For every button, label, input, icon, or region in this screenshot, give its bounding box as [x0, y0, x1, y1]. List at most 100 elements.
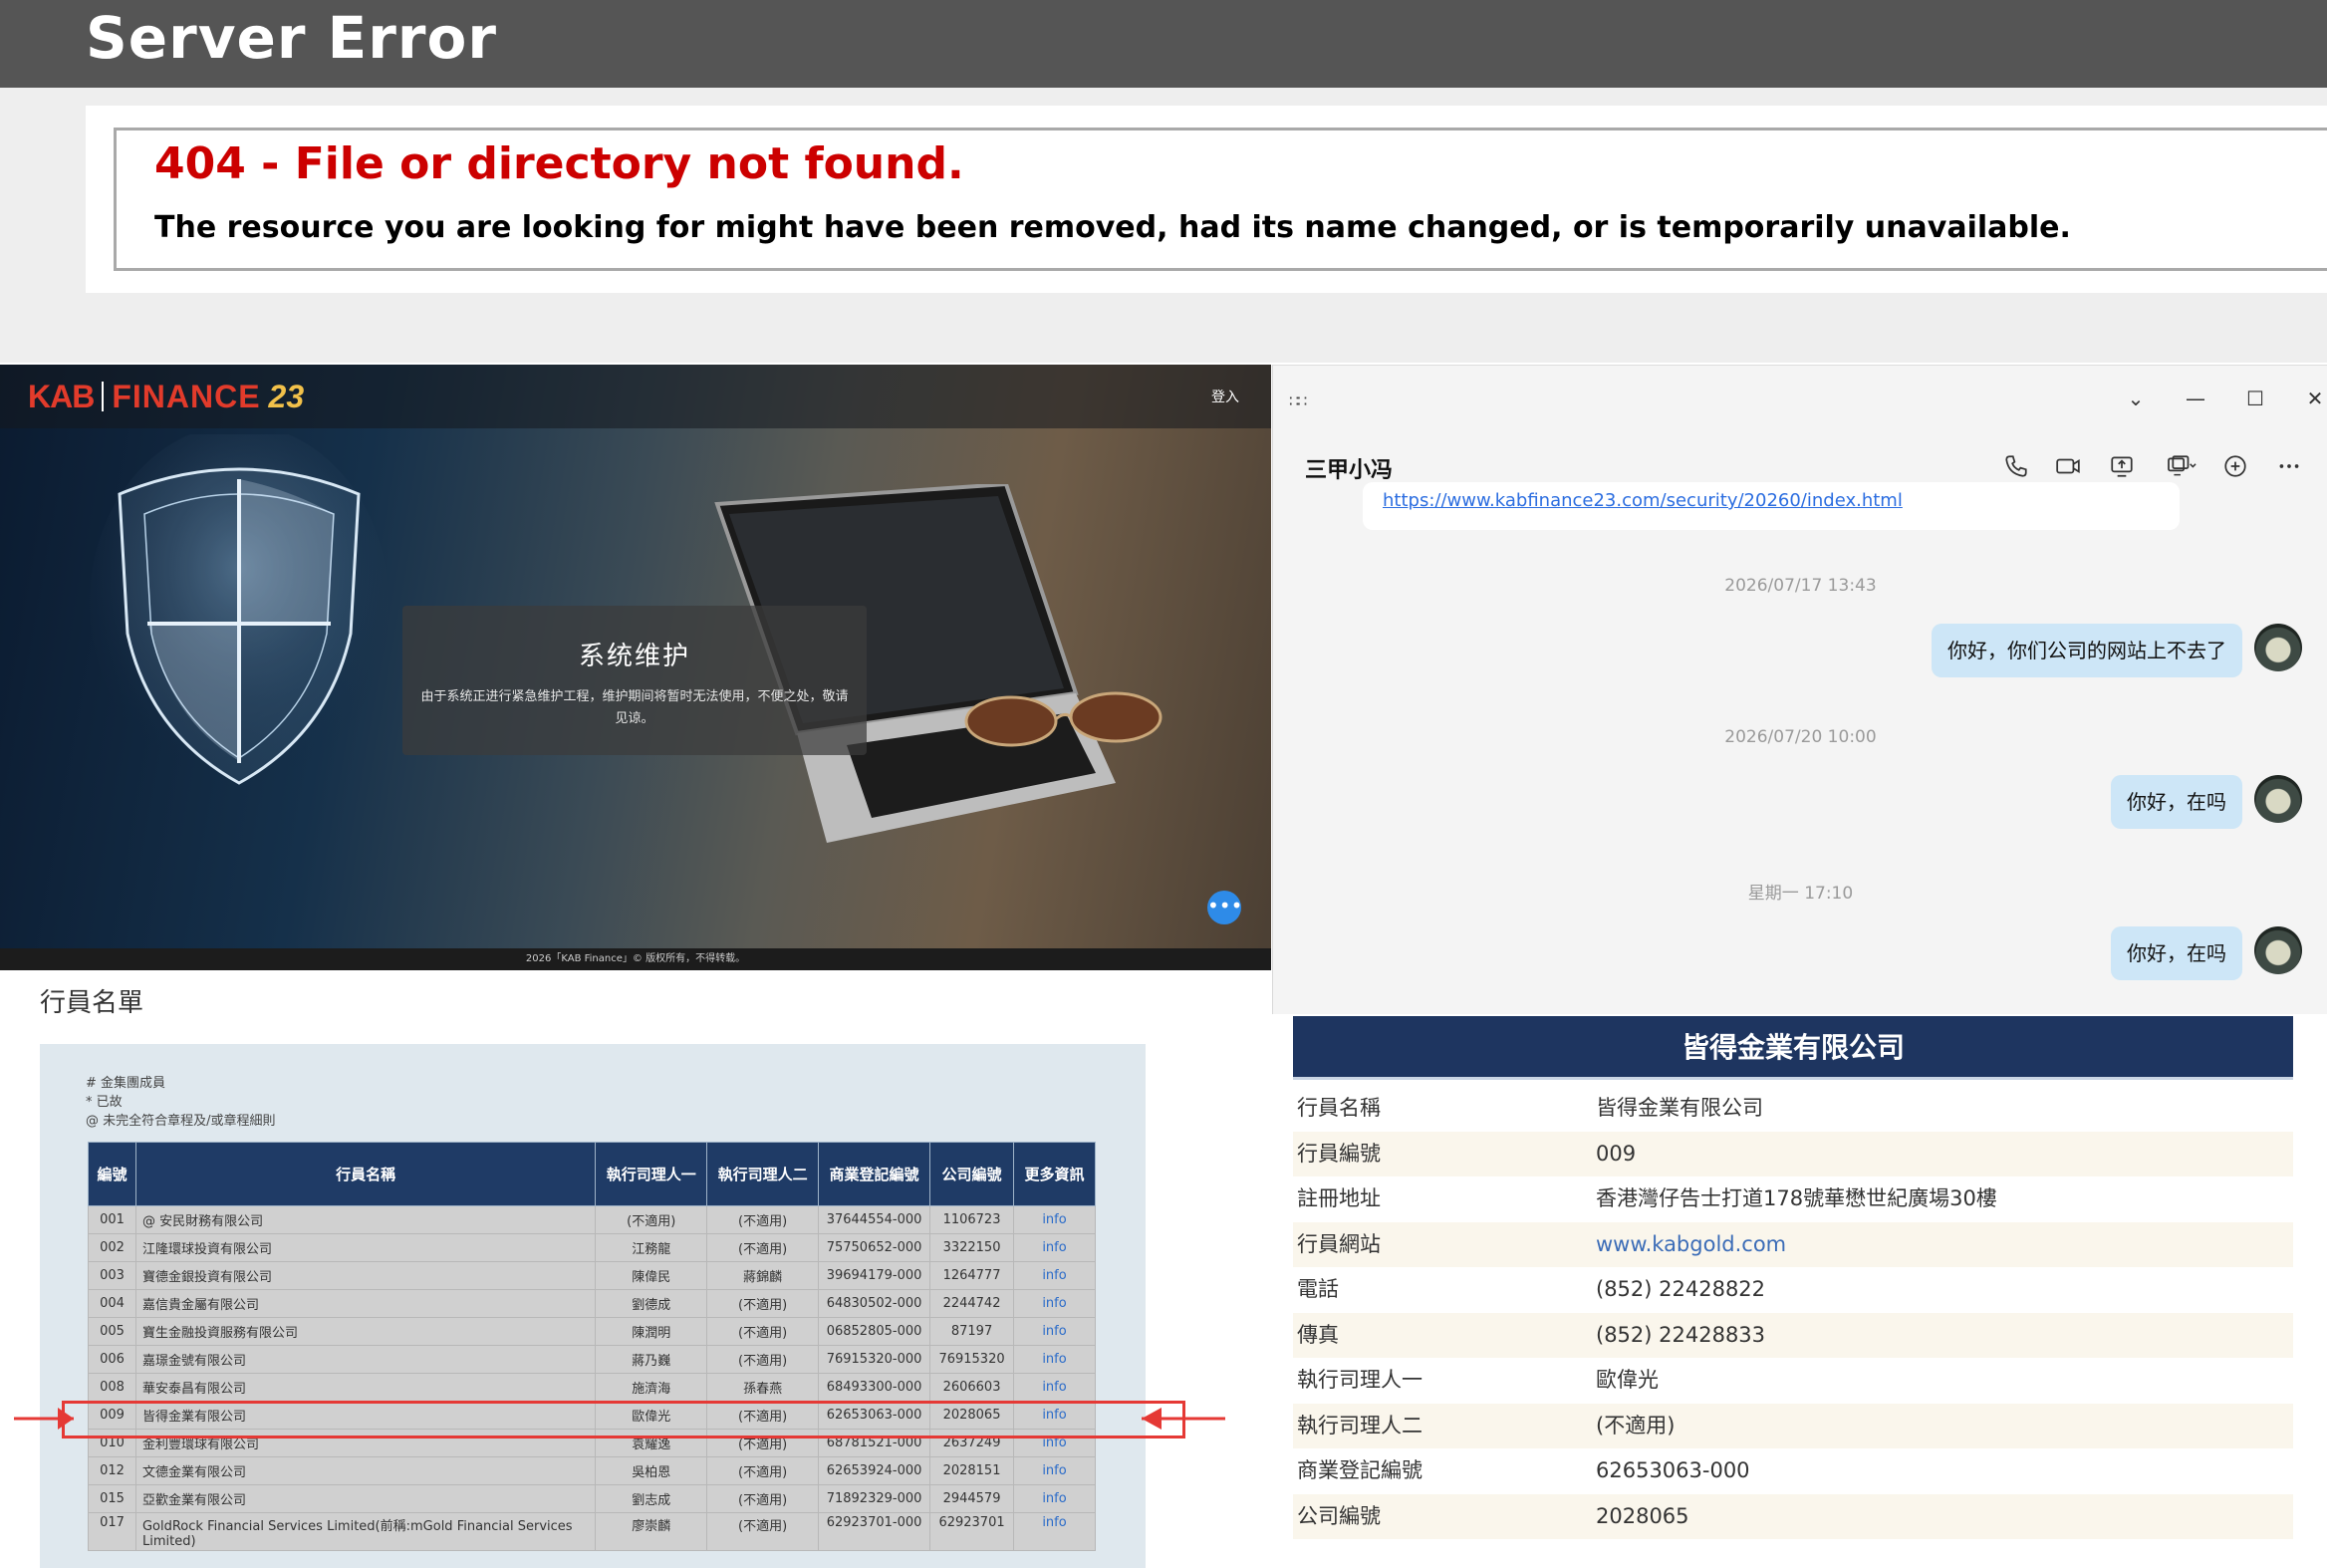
member-table: 編號 行員名稱 執行司理人一 執行司理人二 商業登記編號 公司編號 更多資訊 0…	[88, 1142, 1096, 1551]
chevron-down-icon[interactable]: ⌄	[2121, 384, 2151, 413]
info-link[interactable]: info	[1013, 1289, 1096, 1318]
table-row: 017 GoldRock Financial Services Limited(前…	[88, 1512, 1096, 1551]
maintenance-text: 由于系统正进行紧急维护工程，维护期间将暂时无法使用，不便之处，敬请见谅。	[420, 689, 849, 726]
table-cell: 2244742	[929, 1289, 1015, 1318]
error-content-area: 404 - File or directory not found. The r…	[0, 88, 2327, 363]
column-header: 執行司理人一	[595, 1142, 708, 1206]
shared-link-message[interactable]: https://www.kabfinance23.com/security/20…	[1363, 482, 2180, 530]
info-link[interactable]: info	[1013, 1345, 1096, 1374]
table-row: 002 江隆環球投資有限公司 江務龍 (不適用) 75750652-000 3322150…	[88, 1233, 1096, 1262]
note-line: * 已故	[86, 1095, 123, 1110]
kab-footer: 2026「KAB Finance」© 版权所有，不得转载。	[0, 948, 1271, 970]
table-cell: 06852805-000	[818, 1317, 931, 1346]
website-link[interactable]: www.kabgold.com	[1596, 1222, 1786, 1267]
phone-icon[interactable]	[1996, 448, 2036, 484]
table-row: 005 寶生金融投資服務有限公司 陳潤明 (不適用) 06852805-000 87197…	[88, 1317, 1096, 1346]
right-red-arrow	[1142, 1408, 1225, 1430]
table-cell: (不適用)	[706, 1205, 820, 1234]
table-cell: 68493300-000	[818, 1373, 931, 1402]
table-cell: 陳偉民	[595, 1261, 708, 1290]
info-link[interactable]: info	[1013, 1456, 1096, 1485]
chat-window: ∷∷ ⌄ — ☐ ✕ 三甲小冯 https://www.kabfinance23…	[1272, 365, 2327, 1014]
chat-message[interactable]: 你好，在吗	[2111, 775, 2242, 829]
info-link[interactable]: info	[1013, 1205, 1096, 1234]
table-cell: 75750652-000	[818, 1233, 931, 1262]
table-row: 012 文德金業有限公司 吳柏恩 (不適用) 62653924-000 2028151 in…	[88, 1456, 1096, 1485]
table-cell: 015	[88, 1484, 136, 1513]
info-link[interactable]: info	[1013, 1233, 1096, 1262]
login-link[interactable]: 登入	[1211, 387, 1239, 406]
table-cell: 1264777	[929, 1261, 1015, 1290]
chat-timestamp: 2026/07/17 13:43	[1724, 576, 1877, 596]
screen-share-icon[interactable]	[2102, 448, 2142, 484]
shield-illustration	[90, 434, 388, 785]
table-cell: 004	[88, 1289, 136, 1318]
kab-logo[interactable]: KAB FINANCE 23	[28, 375, 304, 418]
avatar[interactable]	[2254, 624, 2302, 671]
member-list-panel: # 金集團成員 * 已故 @ 未完全符合章程及/或章程細則 編號 行員名稱 執行…	[40, 1044, 1146, 1568]
table-cell: (不適用)	[706, 1233, 820, 1262]
company-field-row: 商業登記編號 62653063-000	[1293, 1448, 2293, 1493]
table-cell: 3322150	[929, 1233, 1015, 1262]
info-link[interactable]: info	[1013, 1373, 1096, 1402]
field-label: 行員名稱	[1297, 1096, 1381, 1120]
chat-message[interactable]: 你好，在吗	[2111, 926, 2242, 980]
member-name-cell: 嘉璟金號有限公司	[134, 1345, 597, 1374]
company-name-header: 皆得金業有限公司	[1293, 1016, 2293, 1080]
info-link[interactable]: info	[1013, 1512, 1096, 1551]
table-cell: 劉志成	[595, 1484, 708, 1513]
field-label: 商業登記編號	[1297, 1458, 1422, 1482]
error-code-heading: 404 - File or directory not found.	[154, 138, 964, 189]
field-label: 執行司理人二	[1297, 1413, 1422, 1437]
info-link[interactable]: info	[1013, 1261, 1096, 1290]
column-header: 公司編號	[929, 1142, 1015, 1206]
table-cell: 003	[88, 1261, 136, 1290]
field-label: 執行司理人一	[1297, 1368, 1422, 1392]
member-list-title: 行員名單	[40, 988, 144, 1018]
chat-timestamp: 星期一 17:10	[1747, 884, 1854, 904]
table-cell: 012	[88, 1456, 136, 1485]
table-cell: (不適用)	[706, 1345, 820, 1374]
member-name-cell: 寶德金銀投資有限公司	[134, 1261, 597, 1290]
table-cell: 62923701-000	[818, 1512, 931, 1551]
field-value: 009	[1596, 1141, 1637, 1166]
video-call-icon[interactable]	[2048, 448, 2088, 484]
table-cell: 87197	[929, 1317, 1015, 1346]
error-message: The resource you are looking for might h…	[154, 210, 2071, 245]
maximize-icon[interactable]: ☐	[2240, 384, 2270, 413]
chat-bubble-icon[interactable]: •••	[1207, 891, 1242, 924]
app-grid-icon[interactable]: ∷∷	[1289, 392, 1307, 410]
shared-link-text[interactable]: https://www.kabfinance23.com/security/20…	[1383, 490, 1903, 511]
maintenance-notice: 系统维护 由于系统正进行紧急维护工程，维护期间将暂时无法使用，不便之处，敬请见谅…	[402, 606, 867, 755]
table-cell: 1106723	[929, 1205, 1015, 1234]
remote-desktop-icon[interactable]	[2156, 448, 2207, 484]
minimize-icon[interactable]: —	[2181, 384, 2210, 413]
table-row: 004 嘉信貴金屬有限公司 劉德成 (不適用) 64830502-000 2244742 i…	[88, 1289, 1096, 1318]
member-name-cell: 寶生金融投資服務有限公司	[134, 1317, 597, 1346]
kab-maintenance-screenshot: KAB FINANCE 23 登入 系统维护 由于系统正进行紧急维护工程，维护期…	[0, 365, 1271, 970]
field-value: (不適用)	[1596, 1413, 1676, 1437]
company-field-row: 電話 (852) 22428822	[1293, 1267, 2293, 1312]
column-header: 更多資訊	[1013, 1142, 1096, 1206]
table-cell: (不適用)	[706, 1512, 820, 1551]
info-link[interactable]: info	[1013, 1484, 1096, 1513]
avatar[interactable]	[2254, 775, 2302, 823]
close-icon[interactable]: ✕	[2300, 384, 2327, 413]
field-value: 62653063-000	[1596, 1458, 1750, 1482]
chat-message[interactable]: 你好，你们公司的网站上不去了	[1932, 624, 2242, 677]
add-member-icon[interactable]	[2215, 448, 2255, 484]
table-cell: 施濟海	[595, 1373, 708, 1402]
table-cell: 2606603	[929, 1373, 1015, 1402]
logo-separator	[102, 382, 105, 411]
table-cell: 62923701	[929, 1512, 1015, 1551]
member-name-cell: 文德金業有限公司	[134, 1456, 597, 1485]
chat-titlebar: ∷∷ ⌄ — ☐ ✕	[1273, 365, 2327, 430]
info-link[interactable]: info	[1013, 1317, 1096, 1346]
more-options-icon[interactable]	[2269, 448, 2309, 484]
field-label: 註冊地址	[1297, 1186, 1381, 1210]
column-header: 商業登記編號	[818, 1142, 931, 1206]
column-header: 行員名稱	[134, 1142, 597, 1206]
avatar[interactable]	[2254, 926, 2302, 974]
table-cell: 蔣乃巍	[595, 1345, 708, 1374]
table-row: 001 @ 安民財務有限公司 (不適用) (不適用) 37644554-000 11067…	[88, 1205, 1096, 1234]
